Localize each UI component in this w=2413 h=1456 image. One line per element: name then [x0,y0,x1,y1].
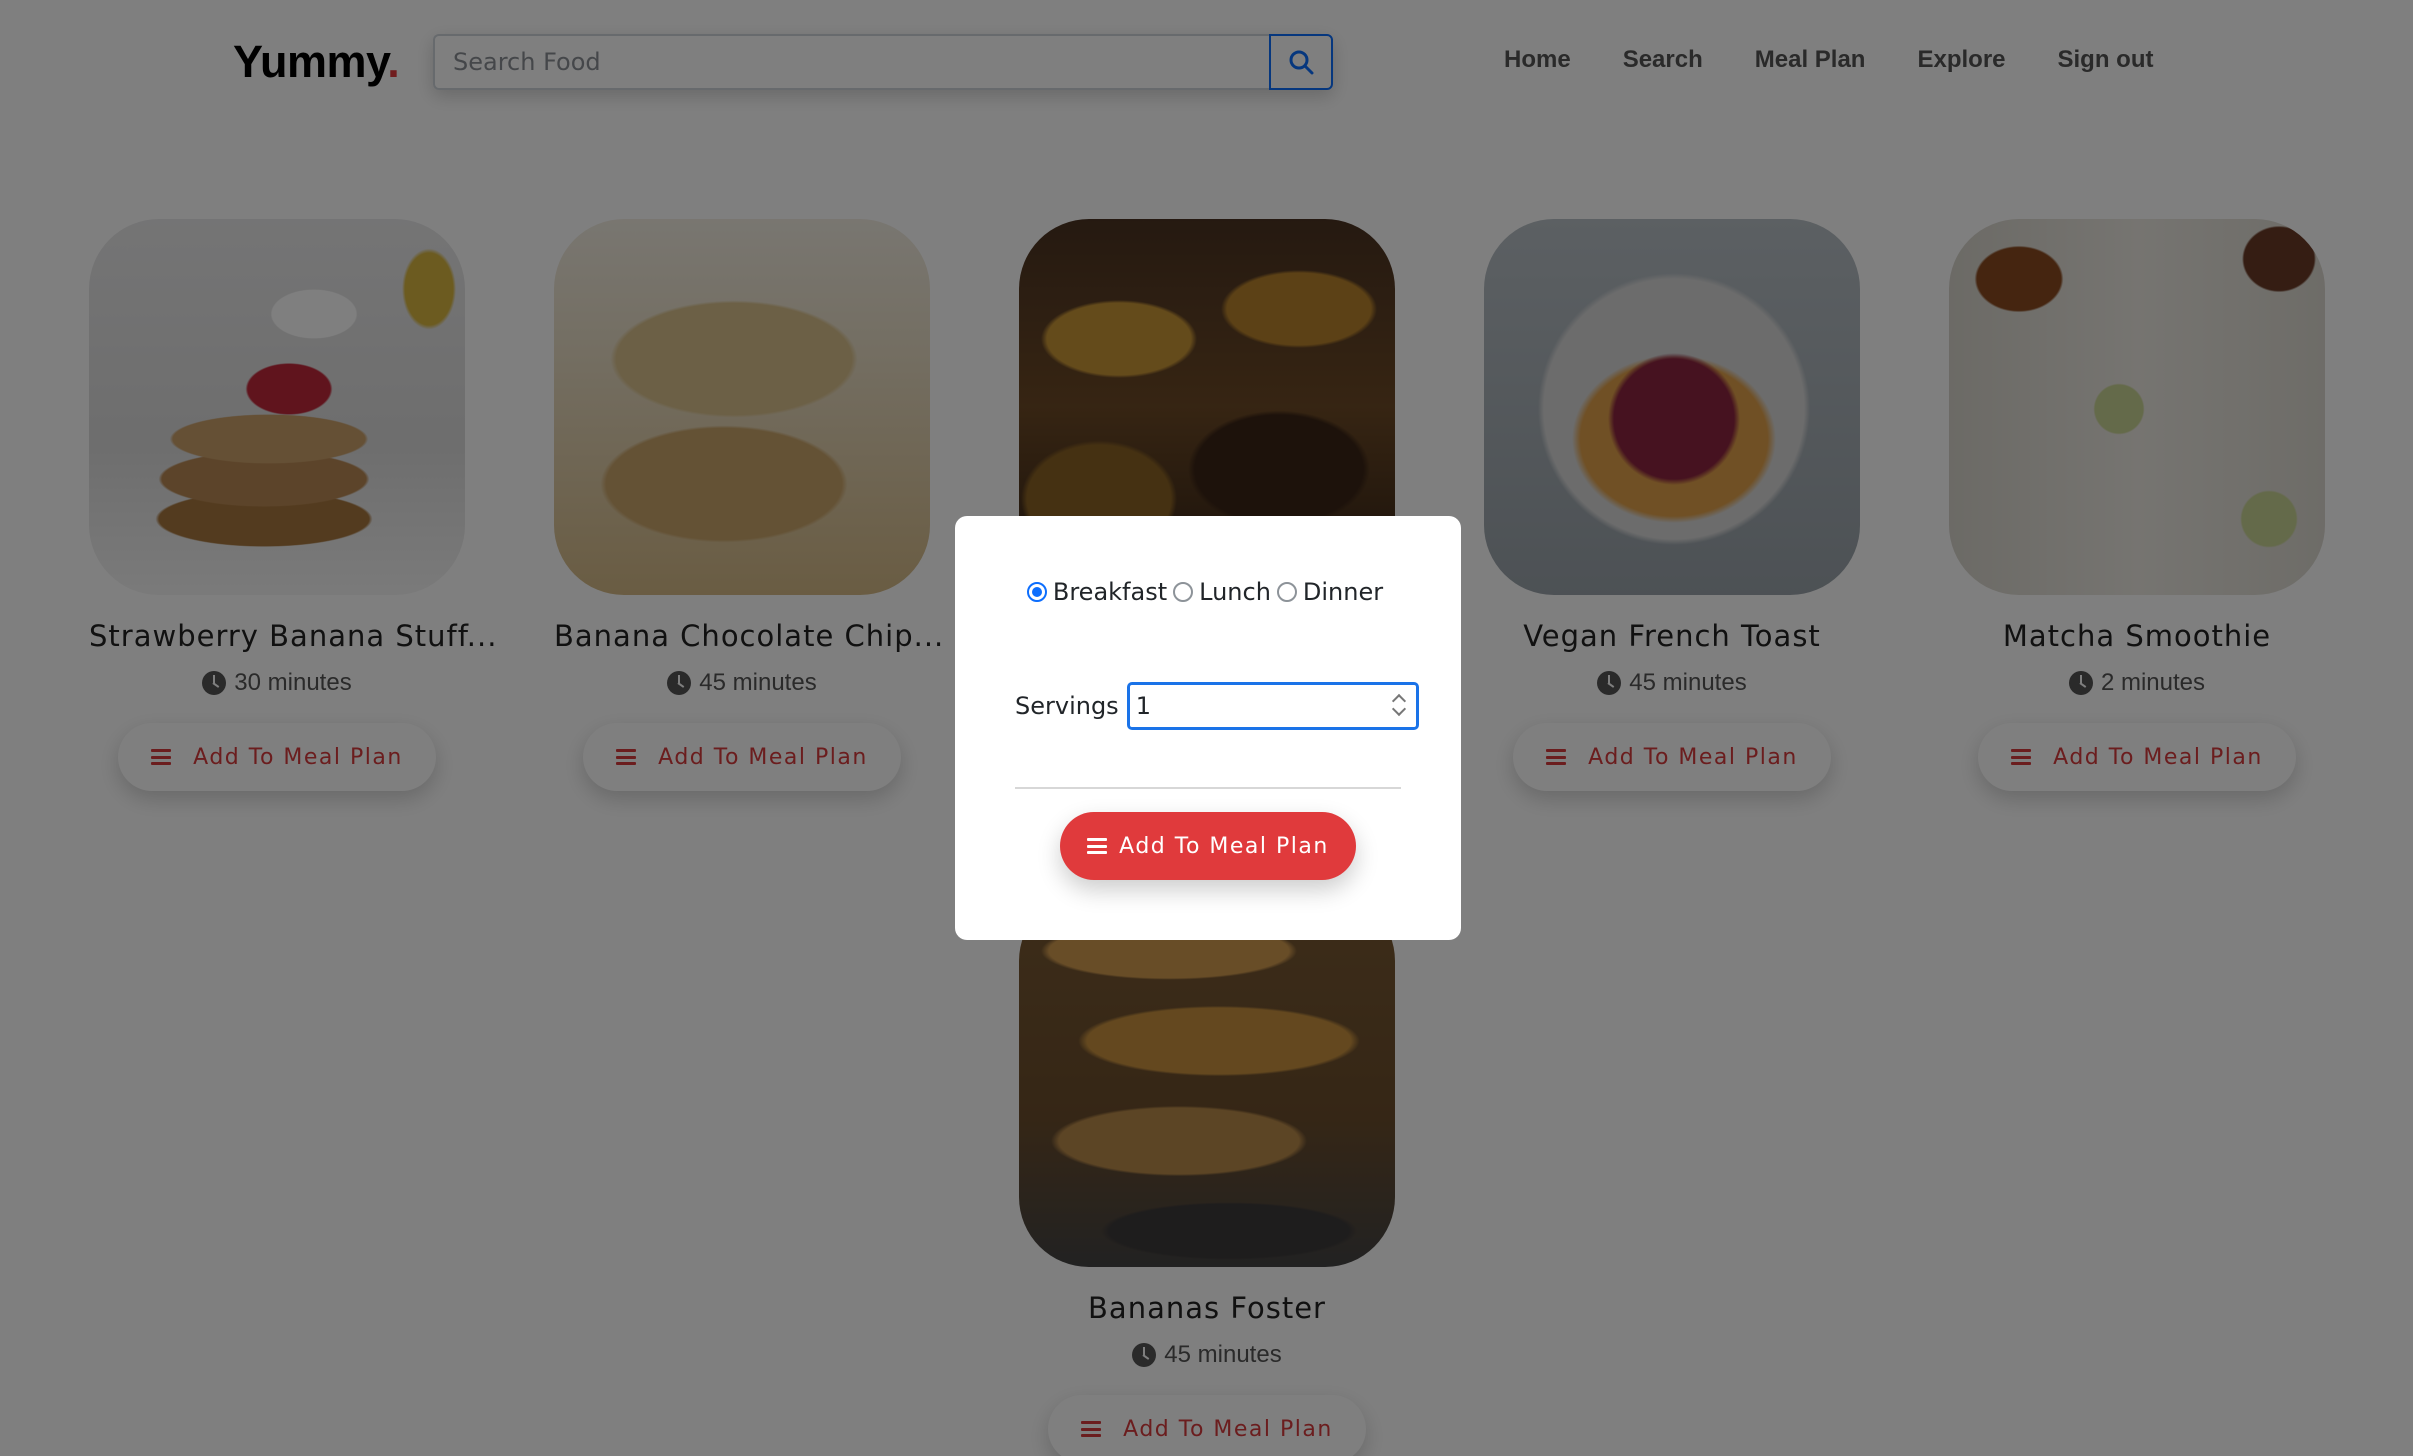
add-to-meal-plan-dialog: Breakfast Lunch Dinner Servings 1 Add To… [955,516,1461,940]
meal-type-radio-group: Breakfast Lunch Dinner [955,578,1461,606]
servings-row: Servings 1 [1015,682,1419,730]
modal-add-to-meal-plan-button[interactable]: Add To Meal Plan [1060,812,1356,880]
servings-value: 1 [1135,692,1151,720]
number-spinner-icon[interactable] [1390,692,1408,720]
radio-breakfast-label[interactable]: Breakfast [1053,578,1167,606]
servings-label: Servings [1015,692,1119,720]
radio-lunch[interactable] [1173,582,1194,602]
radio-breakfast[interactable] [1026,582,1047,602]
modal-add-button-label: Add To Meal Plan [1119,833,1329,859]
radio-dinner-label[interactable]: Dinner [1303,578,1383,606]
servings-number-input[interactable]: 1 [1126,682,1419,730]
modal-divider [1015,787,1401,789]
bars-icon [1087,838,1108,854]
radio-lunch-label[interactable]: Lunch [1199,578,1271,606]
radio-dinner[interactable] [1276,582,1297,602]
